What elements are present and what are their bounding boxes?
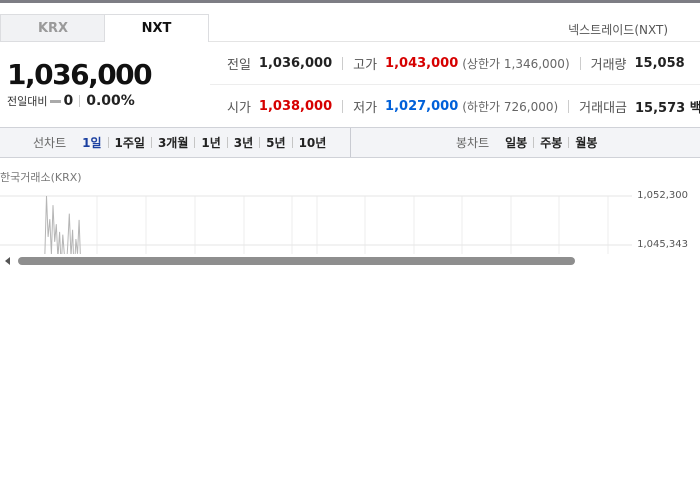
volume-value: 15,058 [634,56,685,71]
period-1y[interactable]: 1년 [201,134,220,151]
upper-limit: (상한가 1,346,000) [462,57,570,71]
nav-separator [291,137,293,148]
stats-divider [210,84,700,85]
stat-separator [568,100,570,113]
period-3y[interactable]: 3년 [234,134,253,151]
period-1d[interactable]: 1일 [82,134,101,151]
high-value: 1,043,000 [385,56,459,71]
line-chart-title: 선차트 [33,136,67,150]
line-chart-nav: 선차트 1일 1주일 3개월 1년 3년 5년 10년 [33,128,326,157]
open-label: 시가 [227,101,251,116]
tab-krx[interactable]: KRX [0,14,105,42]
nav-separator [533,137,535,148]
stats-row-2: 시가 1,038,000 저가 1,027,000 (하한가 726,000) … [227,97,700,116]
candle-monthly[interactable]: 월봉 [575,134,597,151]
chart-grid [0,195,632,256]
period-1w[interactable]: 1주일 [115,134,145,151]
chart-scrollbar[interactable] [0,254,700,268]
stat-separator [342,57,344,70]
nav-separator [107,137,109,148]
period-3m[interactable]: 3개월 [158,134,188,151]
nav-separator [194,137,196,148]
top-border [0,0,700,3]
open-value: 1,038,000 [258,99,333,114]
change-separator [79,95,81,107]
intraday-line-chart [0,195,632,256]
market-name: 넥스트레이드(NXT) [568,23,668,37]
chart-source-label: 한국거래소(KRX) [0,171,82,184]
low-label: 저가 [353,101,378,116]
low-value: 1,027,000 [385,99,459,114]
scroll-left-icon[interactable] [5,257,10,265]
lower-limit: (하한가 726,000) [462,100,559,114]
scrollbar-thumb[interactable] [18,257,575,265]
current-price: 1,036,000 [7,58,153,91]
tab-divider [209,41,700,42]
prev-close-label: 전일 [227,58,251,73]
tab-nxt[interactable]: NXT [104,14,209,42]
high-label: 고가 [353,58,378,73]
volume-label: 거래량 [590,58,627,73]
period-5y[interactable]: 5년 [266,134,285,151]
nav-divider [350,128,351,157]
change-value: 0 [63,93,74,109]
prev-close-value: 1,036,000 [258,56,333,71]
change-rate: 0.00% [86,93,135,109]
price-series-line [44,195,81,256]
change-label: 전일대비 [7,95,48,108]
amount-value: 15,573 백만 [635,101,700,116]
flat-icon [50,99,62,103]
amount-label: 거래대금 [579,101,628,116]
nav-separator [568,137,570,148]
stats-row-1: 전일 1,036,000 고가 1,043,000 (상한가 1,346,000… [227,54,685,73]
y-tick-label: 1,045,343 [637,239,688,250]
price-change: 전일대비 0 0.00% [7,93,135,109]
stat-separator [579,57,581,70]
stat-separator [342,100,344,113]
candle-weekly[interactable]: 주봉 [540,134,562,151]
candle-chart-nav: 봉차트 일봉 주봉 월봉 [456,128,597,157]
period-10y[interactable]: 10년 [299,134,327,151]
nav-separator [150,137,152,148]
y-tick-label: 1,052,300 [637,190,688,201]
candle-daily[interactable]: 일봉 [505,134,527,151]
nav-separator [226,137,228,148]
candle-chart-title: 봉차트 [456,136,490,150]
nav-separator [259,137,261,148]
chart-period-nav: 선차트 1일 1주일 3개월 1년 3년 5년 10년 봉차트 일봉 주봉 월봉 [0,127,700,158]
